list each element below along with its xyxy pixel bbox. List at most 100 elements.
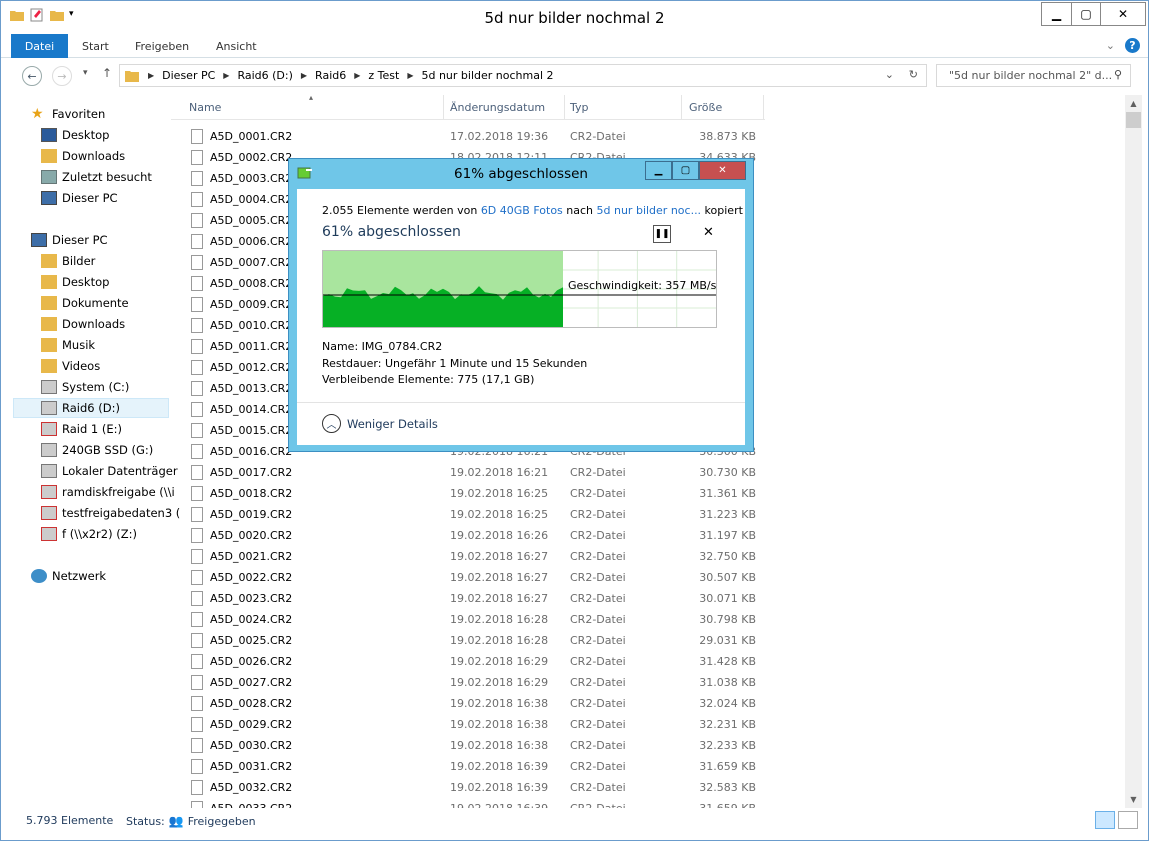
file-row[interactable]: A5D_0028.CR2 19.02.2018 16:38 CR2-Datei 32.… [171,692,771,713]
column-date[interactable]: Änderungsdatum [450,101,545,114]
file-row[interactable]: A5D_0029.CR2 19.02.2018 16:38 CR2-Datei 32.… [171,713,771,734]
desktop-folder-icon [41,275,57,289]
up-button[interactable]: ↑ [102,66,112,80]
nav-label: Musik [62,338,96,352]
file-icon [191,318,203,333]
file-name: A5D_0006.CR2 [210,235,293,248]
copy-progress-dialog: 61% abgeschlossen ▁ ▢ ✕ 2.055 Elemente w… [288,158,754,452]
dialog-title-bar[interactable]: 61% abgeschlossen ▁ ▢ ✕ [289,159,753,187]
minimize-button[interactable]: ▁ [1041,2,1072,26]
file-row[interactable]: A5D_0033.CR2 19.02.2018 16:39 CR2-Datei 31.… [171,797,771,808]
remaining-items-line: Verbleibende Elemente: 775 (17,1 GB) [322,373,535,386]
nav-label: System (C:) [62,380,130,394]
breadcrumb-raid6-drive[interactable]: Raid6 (D:) [237,69,292,82]
forward-button[interactable]: → [52,66,72,86]
file-row[interactable]: A5D_0027.CR2 19.02.2018 16:29 CR2-Datei 31.… [171,671,771,692]
search-input[interactable]: "5d nur bilder nochmal 2" d... ⚲ [936,64,1131,87]
file-type: CR2-Datei [570,655,626,668]
file-name: A5D_0027.CR2 [210,676,293,689]
chevron-right-icon[interactable]: ▶ [148,71,154,80]
chevron-right-icon[interactable]: ▶ [354,71,360,80]
file-icon [191,591,203,606]
breadcrumb-z-test[interactable]: z Test [368,69,399,82]
column-divider[interactable] [564,95,565,119]
nav-label: 240GB SSD (G:) [62,443,154,457]
column-divider[interactable] [681,95,682,119]
dialog-maximize-button[interactable]: ▢ [672,161,699,180]
file-row[interactable]: A5D_0021.CR2 19.02.2018 16:27 CR2-Datei 32.… [171,545,771,566]
refresh-icon[interactable]: ↻ [909,68,918,81]
copy-description: 2.055 Elemente werden von 6D 40GB Fotos … [322,204,743,217]
file-size: 32.231 KB [699,718,756,731]
maximize-button[interactable]: ▢ [1071,2,1101,26]
search-icon[interactable]: ⚲ [1114,68,1122,81]
file-date: 19.02.2018 16:27 [450,571,549,584]
scroll-up-icon[interactable]: ▲ [1125,95,1142,112]
file-row[interactable]: A5D_0001.CR2 17.02.2018 19:36 CR2-Datei 38.… [171,125,771,146]
dialog-minimize-button[interactable]: ▁ [645,161,672,180]
source-link[interactable]: 6D 40GB Fotos [481,204,563,217]
scroll-down-icon[interactable]: ▼ [1125,791,1142,808]
file-name: A5D_0026.CR2 [210,655,293,668]
tab-ansicht[interactable]: Ansicht [216,40,257,53]
details-view-button[interactable] [1095,811,1115,829]
file-row[interactable]: A5D_0018.CR2 19.02.2018 16:25 CR2-Datei 31.… [171,482,771,503]
file-row[interactable]: A5D_0026.CR2 19.02.2018 16:29 CR2-Datei 31.… [171,650,771,671]
expand-ribbon-icon[interactable]: ⌄ [1106,39,1115,52]
nav-favorites[interactable]: ★ Favoriten [31,104,189,124]
window-title: 5d nur bilder nochmal 2 [484,9,665,27]
file-icon [191,213,203,228]
back-button[interactable]: ← [22,66,42,86]
nav-this-pc[interactable]: Dieser PC [31,230,189,250]
file-name: A5D_0002.CR2 [210,151,293,164]
file-row[interactable]: A5D_0024.CR2 19.02.2018 16:28 CR2-Datei 30.… [171,608,771,629]
tab-start[interactable]: Start [82,40,109,53]
column-name[interactable]: Name [189,101,221,114]
file-row[interactable]: A5D_0022.CR2 19.02.2018 16:27 CR2-Datei 30.… [171,566,771,587]
cancel-icon[interactable]: ✕ [703,225,714,240]
address-bar[interactable]: ▶ Dieser PC ▶ Raid6 (D:) ▶ Raid6 ▶ z Tes… [119,64,927,87]
chevron-right-icon[interactable]: ▶ [223,71,229,80]
column-divider[interactable] [443,95,444,119]
share-status: Status: 👥 Freigegeben [126,814,256,828]
nav-label: Raid 1 (E:) [62,422,123,436]
file-row[interactable]: A5D_0030.CR2 19.02.2018 16:38 CR2-Datei 32.… [171,734,771,755]
pause-button[interactable]: ❚❚ [653,225,671,243]
chevron-right-icon[interactable]: ▶ [407,71,413,80]
column-type[interactable]: Typ [570,101,589,114]
file-row[interactable]: A5D_0020.CR2 19.02.2018 16:26 CR2-Datei 31.… [171,524,771,545]
file-row[interactable]: A5D_0023.CR2 19.02.2018 16:27 CR2-Datei 30.… [171,587,771,608]
large-icons-view-button[interactable] [1118,811,1138,829]
file-row[interactable]: A5D_0019.CR2 19.02.2018 16:25 CR2-Datei 31.… [171,503,771,524]
scroll-thumb[interactable] [1126,112,1141,128]
file-row[interactable]: A5D_0031.CR2 19.02.2018 16:39 CR2-Datei 31.… [171,755,771,776]
close-button[interactable]: ✕ [1100,2,1146,26]
vertical-scrollbar[interactable]: ▲ ▼ [1125,95,1142,808]
recent-locations-icon[interactable]: ▾ [83,68,88,78]
breadcrumb-dieser-pc[interactable]: Dieser PC [162,69,215,82]
nav-label: Favoriten [52,107,106,121]
file-date: 19.02.2018 16:39 [450,802,548,808]
nav-label: Bilder [62,254,96,268]
dialog-close-button[interactable]: ✕ [699,161,746,180]
breadcrumb-current[interactable]: 5d nur bilder nochmal 2 [421,69,553,82]
address-dropdown-icon[interactable]: ⌄ [885,68,894,81]
nav-drive-d[interactable]: Raid6 (D:) [13,398,169,418]
file-row[interactable]: A5D_0032.CR2 19.02.2018 16:39 CR2-Datei 32.… [171,776,771,797]
chevron-right-icon[interactable]: ▶ [301,71,307,80]
file-size: 30.730 KB [699,466,756,479]
breadcrumb-raid6[interactable]: Raid6 [315,69,346,82]
file-row[interactable]: A5D_0025.CR2 19.02.2018 16:28 CR2-Datei 29.… [171,629,771,650]
column-size[interactable]: Größe [689,101,722,114]
tab-datei[interactable]: Datei [11,34,68,58]
nav-network[interactable]: Netzwerk [31,566,189,586]
file-date: 17.02.2018 19:36 [450,130,549,143]
destination-link[interactable]: 5d nur bilder noc... [597,204,702,217]
less-details-button[interactable]: ︿ Weniger Details [322,414,438,433]
file-date: 19.02.2018 16:21 [450,466,549,479]
tab-freigeben[interactable]: Freigeben [135,40,189,53]
column-divider[interactable] [763,95,764,119]
file-row[interactable]: A5D_0017.CR2 19.02.2018 16:21 CR2-Datei 30.… [171,461,771,482]
file-icon [191,255,203,270]
help-icon[interactable]: ? [1125,38,1140,53]
